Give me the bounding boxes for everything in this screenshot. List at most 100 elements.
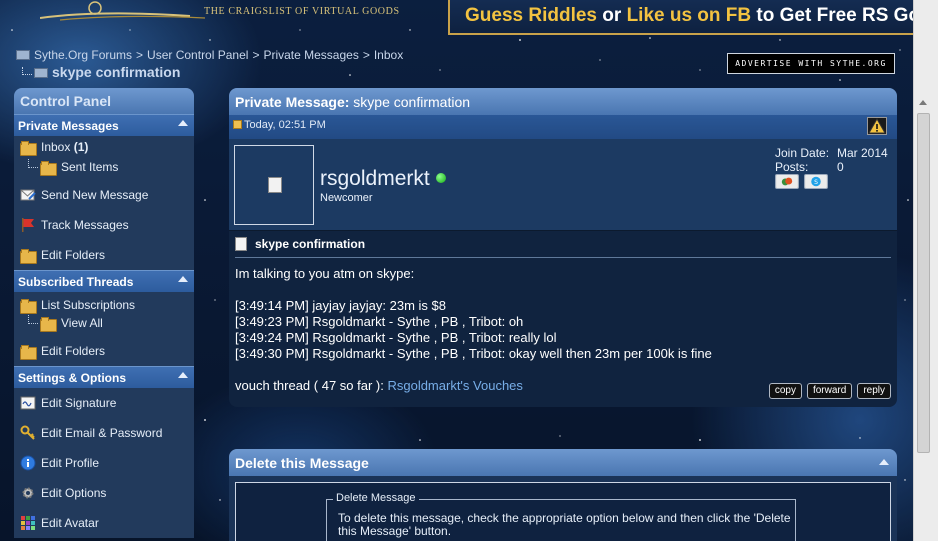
folder-edit-icon — [20, 248, 37, 264]
scroll-up-arrow-icon[interactable] — [917, 96, 930, 110]
section-settings-options[interactable]: Settings & Options — [14, 366, 194, 388]
sidebar-item-label: Track Messages — [41, 218, 129, 232]
sidebar-item-send-new-message[interactable]: Send New Message — [14, 176, 194, 210]
sidebar-item-edit-options[interactable]: Edit Options — [14, 478, 194, 508]
sidebar-item-edit-folders[interactable]: Edit Folders — [14, 332, 194, 366]
sidebar-item-label: Edit Avatar — [41, 516, 99, 530]
tree-branch-icon — [28, 314, 38, 324]
sidebar-item-inbox[interactable]: Inbox (1) — [14, 136, 194, 158]
message-text: Im talking to you atm on skype: [3:49:14… — [235, 266, 891, 394]
breadcrumb-item-private-messages[interactable]: Private Messages — [263, 48, 358, 62]
pm-body: skype confirmation Im talking to you atm… — [229, 231, 897, 407]
breadcrumb-separator: > — [362, 48, 370, 62]
collapse-icon[interactable] — [879, 459, 889, 465]
user-stats: Join Date: Mar 2014 Posts: 0 — [775, 146, 888, 174]
vouch-prefix: vouch thread ( 47 so far ): — [235, 378, 388, 393]
sidebar-item-label: Edit Folders — [41, 344, 106, 358]
pm-header-prefix: Private Message: — [235, 94, 350, 110]
sidebar-item-list-subscriptions[interactable]: List Subscriptions — [14, 292, 194, 314]
sidebar-item-label: List Subscriptions — [41, 298, 136, 312]
message-line: Im talking to you atm on skype: — [235, 266, 415, 281]
collapse-icon[interactable] — [178, 120, 188, 126]
message-line: [3:49:24 PM] Rsgoldmarkt - Sythe , PB , … — [235, 330, 557, 345]
forward-button[interactable]: forward — [806, 383, 853, 399]
breadcrumb-separator: > — [252, 48, 260, 62]
delete-panel-header[interactable]: Delete this Message — [229, 449, 897, 476]
control-panel-sidebar: Control Panel Private Messages Inbox (1)… — [14, 88, 194, 541]
message-line: [3:49:14 PM] jayjay jayjay: 23m is $8 — [235, 298, 446, 313]
delete-panel-title: Delete this Message — [235, 455, 369, 471]
private-message-panel: Private Message: skype confirmation Toda… — [229, 88, 897, 428]
username[interactable]: rsgoldmerkt — [320, 167, 446, 191]
avatar[interactable] — [234, 145, 314, 225]
pm-userinfo: rsgoldmerkt Newcomer Join Date: Mar 2014 … — [229, 139, 897, 231]
vouch-link[interactable]: Rsgoldmarkt's Vouches — [387, 378, 522, 393]
svg-text:S: S — [814, 179, 818, 186]
page-scrollbar[interactable] — [913, 0, 938, 541]
sidebar-item-edit-signature[interactable]: Edit Signature — [14, 388, 194, 418]
section-title: Settings & Options — [18, 371, 126, 385]
posts-value: 0 — [837, 160, 844, 174]
sidebar-item-edit-profile[interactable]: Edit Profile — [14, 448, 194, 478]
sidebar-item-track-messages[interactable]: Track Messages — [14, 210, 194, 240]
unread-count: (1) — [73, 140, 89, 154]
sidebar-item-view-all[interactable]: View All — [14, 314, 194, 332]
message-line — [235, 282, 891, 298]
delete-legend: Delete Message — [333, 492, 419, 504]
delete-instructions: To delete this message, check the approp… — [338, 511, 791, 538]
pm-header-subject: skype confirmation — [353, 94, 471, 110]
broken-image-icon — [268, 177, 282, 193]
avatar-grid-icon — [21, 516, 35, 530]
online-status-icon — [435, 173, 446, 183]
logo-tagline: THE CRAIGSLIST OF VIRTUAL GOODS — [204, 6, 400, 17]
folder-icon — [20, 298, 37, 314]
join-date-label: Join Date: — [775, 146, 830, 160]
msn-icon[interactable] — [775, 174, 799, 189]
send-message-icon — [20, 189, 36, 201]
sidebar-item-label: View All — [61, 316, 103, 330]
report-warning-icon[interactable] — [867, 117, 887, 135]
contact-badges: S — [775, 174, 828, 189]
section-title: Private Messages — [18, 119, 119, 133]
copy-button[interactable]: copy — [768, 383, 802, 399]
gear-icon — [22, 487, 34, 499]
breadcrumb-item-inbox[interactable]: Inbox — [374, 48, 403, 62]
breadcrumb-item-user-cp[interactable]: User Control Panel — [147, 48, 248, 62]
banner-text-4: to Get Free RS Gold — [756, 5, 918, 26]
scrollbar-thumb[interactable] — [917, 113, 930, 453]
pm-header: Private Message: skype confirmation — [229, 88, 897, 115]
pm-date: Today, 02:51 PM — [244, 119, 326, 131]
advert-banner[interactable]: Guess Riddles or Like us on FB to Get Fr… — [448, 0, 918, 35]
posts-label: Posts: — [775, 160, 809, 174]
collapse-icon[interactable] — [178, 372, 188, 378]
message-title-text: skype confirmation — [255, 237, 366, 251]
sidebar-item-sent-items[interactable]: Sent Items — [14, 158, 194, 176]
delete-fieldset: Delete Message To delete this message, c… — [326, 492, 796, 541]
section-subscribed-threads[interactable]: Subscribed Threads — [14, 270, 194, 292]
site-logo[interactable] — [40, 0, 210, 22]
delete-message-panel: Delete this Message Delete Message To de… — [229, 449, 897, 541]
flag-icon — [22, 218, 34, 232]
reply-button[interactable]: reply — [857, 383, 891, 399]
message-line — [235, 362, 891, 378]
skype-icon[interactable]: S — [804, 174, 828, 189]
sidebar-item-label: Inbox — [41, 140, 71, 154]
breadcrumb-item-forums[interactable]: Sythe.Org Forums — [34, 48, 132, 62]
sidebar-item-edit-avatar[interactable]: Edit Avatar — [14, 508, 194, 538]
tree-branch-icon — [28, 158, 38, 168]
key-icon — [20, 425, 35, 440]
banner-text-3: Like us on FB — [626, 5, 752, 26]
folder-icon — [40, 160, 57, 176]
section-title: Subscribed Threads — [18, 275, 134, 289]
username-text[interactable]: rsgoldmerkt — [320, 167, 430, 190]
sidebar-item-edit-folders[interactable]: Edit Folders — [14, 240, 194, 270]
sidebar-item-label: Sent Items — [61, 160, 119, 174]
sidebar-item-edit-email-password[interactable]: Edit Email & Password — [14, 418, 194, 448]
section-private-messages[interactable]: Private Messages — [14, 114, 194, 136]
advertise-button[interactable]: ADVERTISE WITH SYTHE.ORG — [727, 53, 895, 74]
collapse-icon[interactable] — [178, 276, 188, 282]
banner-text-2: or — [597, 5, 627, 26]
message-line: [3:49:30 PM] Rsgoldmarkt - Sythe , PB , … — [235, 346, 712, 361]
folder-icon — [34, 68, 48, 78]
forum-home-icon[interactable] — [16, 50, 30, 60]
